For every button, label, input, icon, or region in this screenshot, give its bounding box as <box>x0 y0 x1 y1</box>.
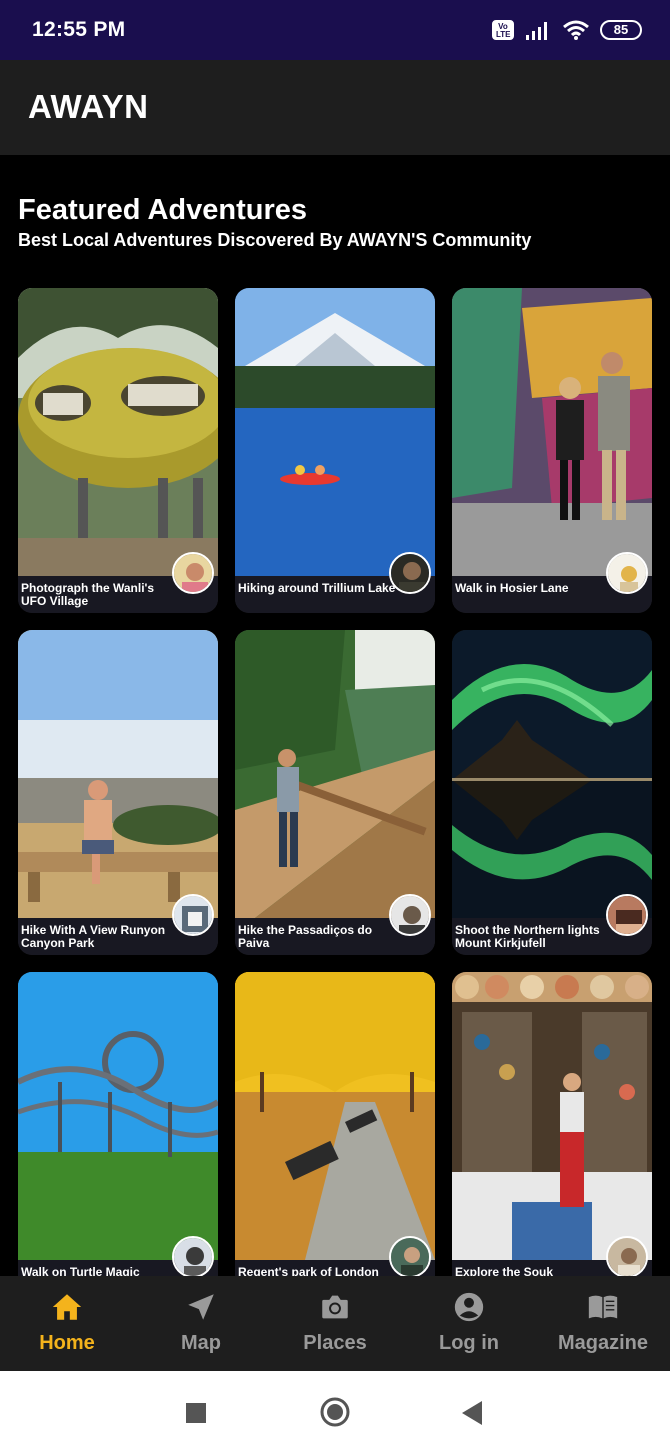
navigation-arrow-icon <box>188 1294 214 1320</box>
author-avatar[interactable] <box>389 1236 431 1276</box>
adventure-grid: Photograph the Wanli's UFO Village Hikin… <box>0 0 670 1276</box>
nav-item-places[interactable]: Places <box>268 1276 402 1371</box>
home-icon <box>52 1294 82 1320</box>
adventure-card-turtle-magic[interactable]: Walk on Turtle Magic <box>18 972 218 1276</box>
nav-item-magazine[interactable]: Magazine <box>536 1276 670 1371</box>
adventure-photo <box>452 288 652 576</box>
adventure-photo <box>18 972 218 1260</box>
adventure-photo <box>452 972 652 1260</box>
account-circle-icon <box>454 1292 484 1322</box>
author-avatar[interactable] <box>389 552 431 594</box>
author-avatar[interactable] <box>606 552 648 594</box>
adventure-card-trillium-lake[interactable]: Hiking around Trillium Lake <box>235 288 435 613</box>
adventure-card-passadicos-paiva[interactable]: Hike the Passadiços do Paiva <box>235 630 435 955</box>
adventure-photo <box>235 972 435 1260</box>
recents-square-icon[interactable] <box>186 1403 206 1423</box>
adventure-card-northern-lights[interactable]: Shoot the Northern lights Mount Kirkjufe… <box>452 630 652 955</box>
adventure-card-ufo-village[interactable]: Photograph the Wanli's UFO Village <box>18 288 218 613</box>
card-title: Walk on Turtle Magic <box>21 1265 140 1277</box>
author-avatar[interactable] <box>172 894 214 936</box>
nav-label: Home <box>39 1332 95 1354</box>
nav-label: Map <box>181 1332 221 1354</box>
adventure-card-runyon-canyon[interactable]: Hike With A View Runyon Canyon Park <box>18 630 218 955</box>
author-avatar[interactable] <box>389 894 431 936</box>
back-triangle-icon[interactable] <box>462 1401 482 1425</box>
adventure-photo <box>18 630 218 918</box>
card-title: Shoot the Northern lights Mount Kirkjufe… <box>455 923 600 950</box>
adventure-photo <box>235 288 435 576</box>
card-title: Hike the Passadiços do Paiva <box>238 923 373 950</box>
home-circle-icon[interactable] <box>320 1397 350 1427</box>
author-avatar[interactable] <box>172 1236 214 1276</box>
adventure-photo <box>235 630 435 918</box>
nav-item-map[interactable]: Map <box>134 1276 268 1371</box>
system-nav-bar <box>0 1371 670 1452</box>
card-title: Walk in Hosier Lane <box>455 581 569 595</box>
adventure-card-souk[interactable]: Explore the Souk <box>452 972 652 1276</box>
card-title: Explore the Souk <box>455 1265 554 1277</box>
card-title: Regent's park of London <box>238 1265 379 1277</box>
adventure-card-hosier-lane[interactable]: Walk in Hosier Lane <box>452 288 652 613</box>
bottom-nav: Home Map Places Log in Magazine <box>0 1276 670 1371</box>
card-title: Photograph the Wanli's UFO Village <box>21 581 155 608</box>
adventure-card-regents-park[interactable]: Regent's park of London <box>235 972 435 1276</box>
nav-label: Log in <box>439 1332 499 1354</box>
card-title: Hike With A View Runyon Canyon Park <box>21 923 166 950</box>
author-avatar[interactable] <box>606 894 648 936</box>
nav-label: Places <box>303 1332 367 1354</box>
author-avatar[interactable] <box>606 1236 648 1276</box>
adventure-photo <box>452 630 652 918</box>
camera-icon <box>322 1295 348 1319</box>
nav-item-login[interactable]: Log in <box>402 1276 536 1371</box>
nav-item-home[interactable]: Home <box>0 1276 134 1371</box>
adventure-photo <box>18 288 218 576</box>
author-avatar[interactable] <box>172 552 214 594</box>
card-title: Hiking around Trillium Lake <box>238 581 396 595</box>
nav-label: Magazine <box>557 1332 649 1354</box>
book-open-icon <box>588 1295 618 1319</box>
